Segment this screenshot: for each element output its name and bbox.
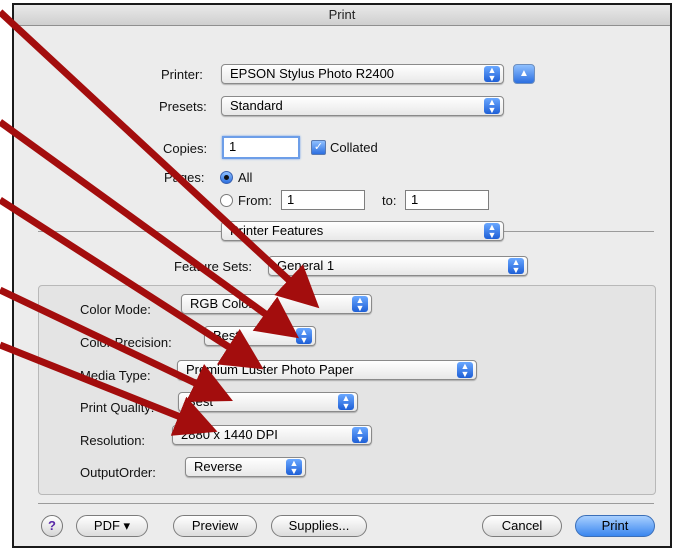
red-arrow-icon (0, 341, 218, 436)
red-arrow-icon (0, 197, 264, 370)
red-arrow-icon (0, 286, 233, 402)
annotation-arrows (0, 9, 320, 436)
